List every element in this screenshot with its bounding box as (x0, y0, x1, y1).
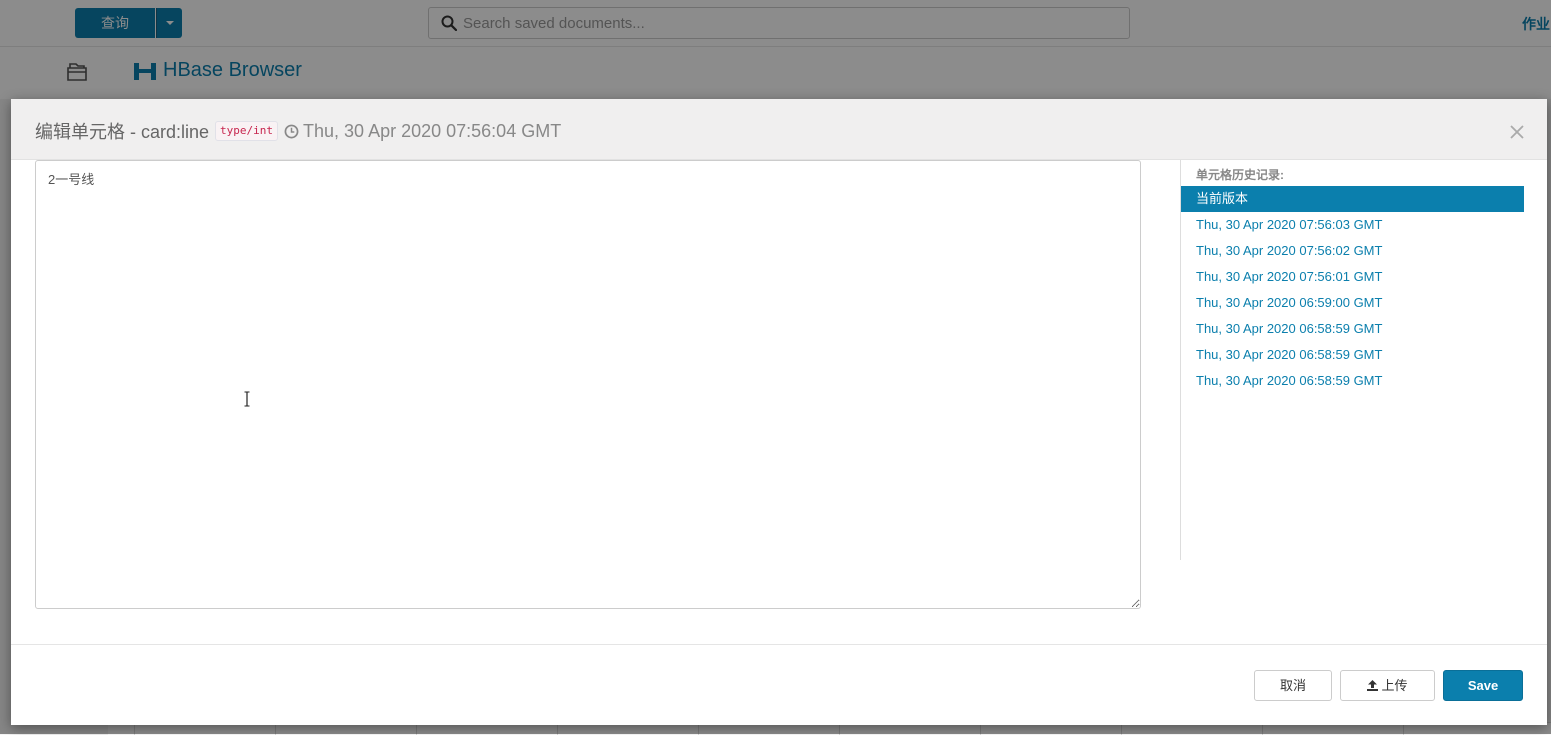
cell-timestamp: Thu, 30 Apr 2020 07:56:04 GMT (303, 120, 562, 141)
upload-icon (1367, 680, 1379, 691)
history-item[interactable]: Thu, 30 Apr 2020 06:59:00 GMT (1181, 290, 1524, 316)
history-item[interactable]: Thu, 30 Apr 2020 06:58:59 GMT (1181, 316, 1524, 342)
type-tag: type/int (215, 121, 279, 141)
history-item[interactable]: Thu, 30 Apr 2020 07:56:02 GMT (1181, 238, 1524, 264)
upload-button[interactable]: 上传 (1340, 670, 1435, 701)
cell-history-panel: 单元格历史记录: 当前版本 Thu, 30 Apr 2020 07:56:03 … (1180, 160, 1524, 560)
history-item[interactable]: Thu, 30 Apr 2020 07:56:03 GMT (1181, 212, 1524, 238)
history-item-current[interactable]: 当前版本 (1181, 186, 1524, 212)
upload-button-label: 上传 (1381, 678, 1408, 693)
history-item[interactable]: Thu, 30 Apr 2020 06:58:59 GMT (1181, 342, 1524, 368)
clock-icon (284, 124, 299, 138)
cancel-button[interactable]: 取消 (1254, 670, 1332, 701)
modal-title: 编辑单元格 - card:line type/int Thu, 30 Apr 2… (35, 118, 561, 144)
modal-footer: 取消 上传 Save (11, 644, 1547, 726)
cell-history-list: 当前版本 Thu, 30 Apr 2020 07:56:03 GMT Thu, … (1181, 186, 1524, 394)
save-button[interactable]: Save (1443, 670, 1523, 701)
close-icon[interactable] (1509, 124, 1525, 140)
modal-header: 编辑单元格 - card:line type/int Thu, 30 Apr 2… (11, 99, 1547, 160)
edit-cell-modal: 编辑单元格 - card:line type/int Thu, 30 Apr 2… (11, 99, 1547, 725)
text-cursor-icon (244, 391, 250, 407)
cell-value-editor[interactable]: 2一号线 (35, 160, 1141, 609)
modal-title-text: 编辑单元格 - card:line (35, 122, 210, 142)
cell-history-title: 单元格历史记录: (1196, 168, 1284, 182)
history-item[interactable]: Thu, 30 Apr 2020 07:56:01 GMT (1181, 264, 1524, 290)
history-item[interactable]: Thu, 30 Apr 2020 06:58:59 GMT (1181, 368, 1524, 394)
